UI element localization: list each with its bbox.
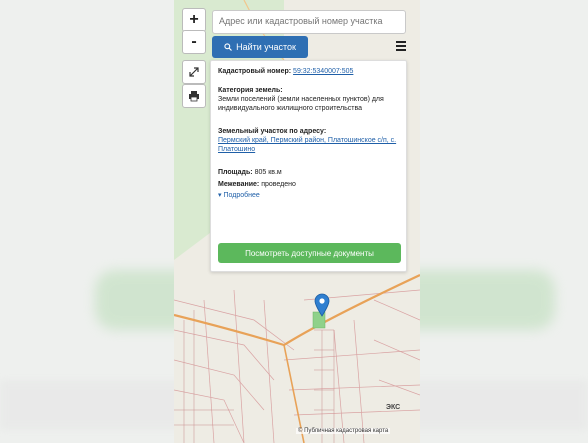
search-field[interactable] [212,10,406,34]
details-toggle[interactable]: ▾ Подробнее [218,191,399,200]
find-parcel-button[interactable]: Найти участок [212,36,308,58]
survey-label: Межевание: [218,181,260,188]
zoom-in-button[interactable]: + [182,8,206,32]
category-label: Категория земель: [218,87,283,94]
printer-icon [189,91,199,102]
survey-value: проведено [261,181,296,188]
hamburger-icon [396,41,406,43]
map-viewport[interactable]: + - Найти участок Кадастровый номер: 59:… [174,0,420,443]
cadastral-label: Кадастровый номер: [218,68,292,75]
category-value: Земли поселений (земли населенных пункто… [218,96,384,112]
search-icon [224,43,233,51]
print-button[interactable] [182,84,206,108]
menu-button[interactable] [392,37,410,55]
location-pin-icon[interactable] [314,293,330,317]
view-documents-button[interactable]: Посмотреть доступные документы [218,243,401,263]
zoom-out-button[interactable]: - [182,30,206,54]
parcel-info-card: Кадастровый номер: 59:32:5340007:505 Кат… [210,60,407,272]
area-label: Площадь: [218,169,253,176]
search-input[interactable] [213,11,405,31]
area-value: 805 кв.м [254,169,282,176]
expand-icon [189,67,199,77]
find-parcel-label: Найти участок [236,42,296,52]
map-credit[interactable]: © Публичная кадастровая карта [296,428,391,434]
map-logo: ЭКС [386,404,401,411]
cadastral-number-link[interactable]: 59:32:5340007:505 [293,68,353,75]
address-label: Земельный участок по адресу: [218,128,327,135]
address-link[interactable]: Пермский край, Пермский район, Платошинс… [218,136,399,154]
fullscreen-button[interactable] [182,60,206,84]
